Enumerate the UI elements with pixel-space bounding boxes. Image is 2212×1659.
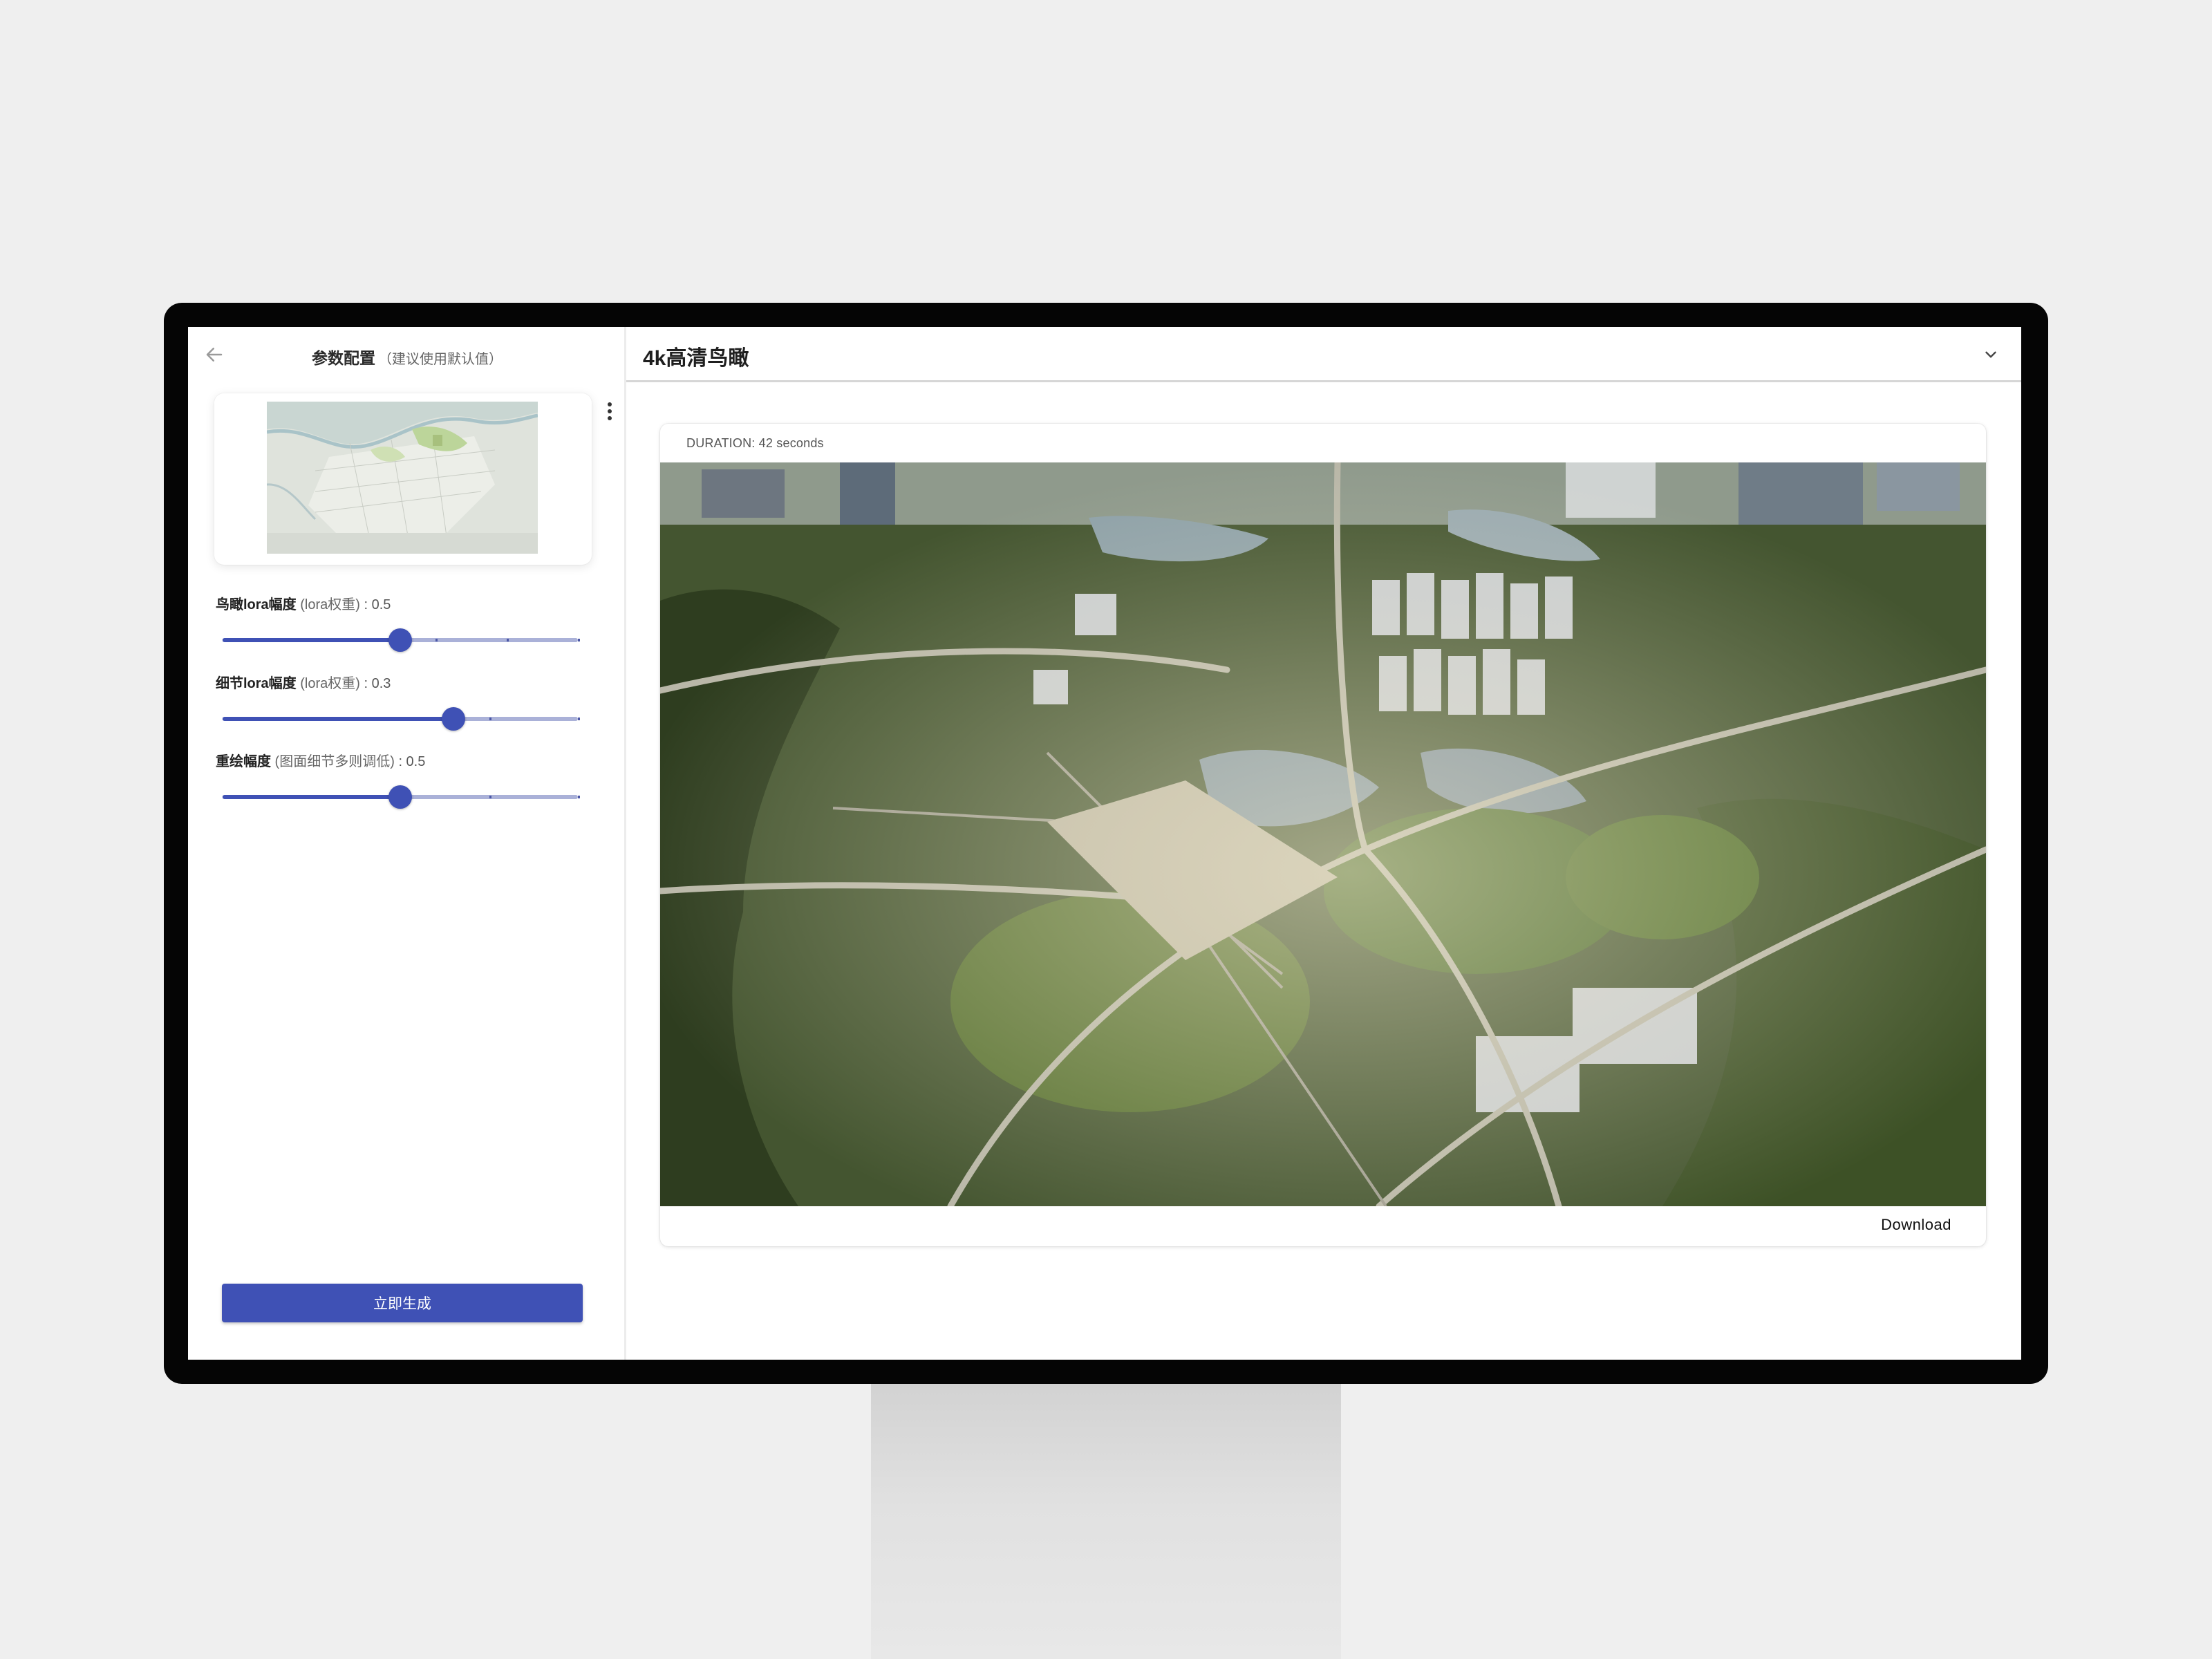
input-image-card[interactable] [214, 393, 592, 565]
redraw-strength-slider[interactable] [223, 785, 580, 809]
result-title: 4k高清鸟瞰 [643, 347, 749, 370]
generated-aerial-image[interactable] [660, 462, 1986, 1206]
redraw-strength-slider-group: 重绘幅度 (图面细节多则调低) : 0.5 [216, 752, 589, 809]
slider-tick [435, 639, 438, 641]
monitor-stand [871, 1382, 1341, 1659]
slider-thumb[interactable] [442, 707, 466, 731]
birdview-lora-slider[interactable] [223, 628, 580, 652]
panel-title-main: 参数配置 [312, 349, 375, 367]
birdview-lora-slider-group: 鸟瞰lora幅度 (lora权重) : 0.5 [216, 595, 589, 652]
duration-text: DURATION: 42 seconds [686, 436, 824, 450]
slider-tick [489, 718, 491, 720]
slider-tick [489, 796, 491, 798]
generate-button[interactable]: 立即生成 [222, 1284, 583, 1322]
chevron-down-icon [1985, 351, 1996, 358]
download-button[interactable]: Download [1881, 1216, 1951, 1234]
slider-tick [578, 639, 580, 641]
slider-tick [507, 639, 509, 641]
detail-lora-slider[interactable] [223, 707, 580, 731]
slider-label: 细节lora幅度 (lora权重) : 0.3 [216, 676, 391, 691]
slider-tick [578, 718, 580, 720]
slider-tick [578, 796, 580, 798]
slider-label: 重绘幅度 (图面细节多则调低) : 0.5 [216, 754, 426, 769]
input-image-thumbnail [267, 402, 538, 554]
result-header: 4k高清鸟瞰 [626, 327, 2021, 382]
slider-label: 鸟瞰lora幅度 (lora权重) : 0.5 [216, 597, 391, 612]
parameter-panel: 参数配置 （建议使用默认值） 鸟瞰lora幅度 (lora权重): 0.5 细… [188, 327, 626, 1360]
panel-title: 参数配置 （建议使用默认值） [188, 345, 626, 368]
slider-thumb[interactable] [388, 628, 412, 652]
slider-thumb[interactable] [388, 785, 412, 809]
detail-lora-slider-group: 细节lora幅度 (lora权重) : 0.3 [216, 674, 589, 731]
more-options-button[interactable] [600, 399, 619, 424]
result-card: DURATION: 42 seconds Download [660, 424, 1986, 1246]
panel-title-subtitle: （建议使用默认值） [378, 352, 503, 367]
more-vertical-icon [608, 402, 612, 406]
collapse-button[interactable] [1978, 342, 2003, 367]
app-screen: 参数配置 （建议使用默认值） 鸟瞰lora幅度 (lora权重): 0.5 细… [188, 327, 2021, 1360]
